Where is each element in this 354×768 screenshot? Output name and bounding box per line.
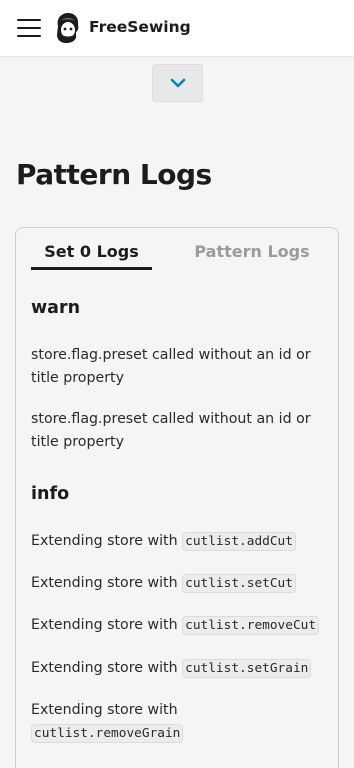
log-code: cutlist.addCut [182,532,296,551]
info-heading: info [31,484,70,504]
log-line: Extending store with cutlist.setCut [31,572,326,595]
freesewing-logo-icon[interactable] [52,12,82,44]
log-text: Extending store with [31,617,178,633]
collapse-header-button[interactable] [152,64,203,102]
log-line: Extending store with cutlist.removeGrain [31,699,271,745]
log-text: Extending store with [31,702,178,718]
warn-heading: warn [31,298,81,318]
log-line: Extending store with cutlist.addCut [31,530,326,553]
log-line: store.flag.preset called without an id o… [31,347,311,386]
log-line: Extending store with cutlist.setGrain [31,657,326,680]
log-line: Extending store with cutlist.removeCut [31,614,326,637]
page-title: Pattern Logs [16,158,212,191]
tab-pattern-logs[interactable]: Pattern Logs [182,242,322,270]
log-text: Extending store with [31,533,178,549]
tab-set-0-logs[interactable]: Set 0 Logs [31,242,152,270]
hamburger-menu-icon[interactable] [17,18,41,38]
logs-card: Set 0 Logs Pattern Logs warn store.flag.… [15,227,339,768]
chevron-down-icon [170,78,185,88]
log-text: Extending store with [31,575,178,591]
top-bar: FreeSewing [0,0,354,57]
brand-name[interactable]: FreeSewing [89,18,191,36]
log-line: store.flag.preset called without an id o… [31,411,311,450]
log-code: cutlist.removeCut [182,616,320,635]
log-code: cutlist.removeGrain [31,724,184,743]
log-code: cutlist.setCut [182,574,296,593]
log-code: cutlist.setGrain [182,659,312,678]
log-text: Extending store with [31,660,178,676]
